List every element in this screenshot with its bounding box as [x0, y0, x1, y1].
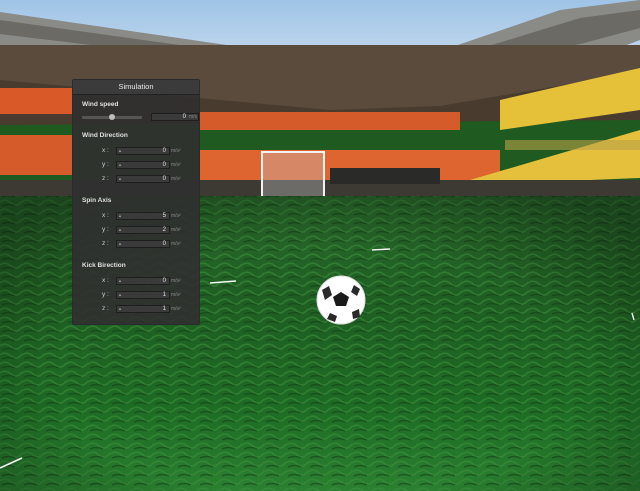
unit-label: m/s² — [171, 148, 181, 154]
field-value: 1 — [162, 306, 166, 312]
unit-label: m/s² — [171, 292, 181, 298]
field-value: 0 — [162, 241, 166, 247]
field-value: 5 — [162, 213, 166, 219]
axis-label: y : — [102, 291, 109, 298]
wind-speed-slider[interactable] — [82, 114, 142, 120]
spinner-icon[interactable]: ▲ — [118, 279, 123, 283]
number-field[interactable]: ▲ 2 — [116, 226, 170, 234]
wind-speed-label: Wind speed — [82, 101, 119, 108]
spinner-icon[interactable]: ▲ — [118, 214, 123, 218]
number-field[interactable]: ▲ 5 — [116, 212, 170, 220]
slider-handle[interactable] — [109, 114, 115, 120]
axis-label: x : — [102, 212, 109, 219]
field-value: 2 — [162, 227, 166, 233]
panel-title: Simulation — [73, 80, 199, 95]
wind-speed-value: 0 — [182, 114, 186, 120]
axis-label: y : — [102, 226, 109, 233]
axis-label: z : — [102, 305, 109, 312]
axis-label: z : — [102, 240, 109, 247]
wind-direction-row-0: x : ▲ 0 m/s² — [73, 147, 201, 156]
number-field[interactable]: ▲ 1 — [116, 305, 170, 313]
spin-axis-label: Spin Axis — [82, 197, 112, 204]
wind-speed-row: 0 m/s — [73, 113, 201, 122]
spinner-icon[interactable]: ▲ — [118, 177, 123, 181]
wind-direction-row-2: z : ▲ 0 m/s² — [73, 175, 201, 184]
unit-label: m/s² — [171, 176, 181, 182]
field-value: 0 — [162, 176, 166, 182]
number-field[interactable]: ▲ 0 — [116, 277, 170, 285]
unit-label: m/s² — [171, 278, 181, 284]
spinner-icon[interactable]: ▲ — [118, 163, 123, 167]
unit-label: m/s² — [171, 306, 181, 312]
simulation-panel: Simulation Wind speed 0 m/s Wind Directi… — [72, 79, 200, 325]
number-field[interactable]: ▲ 0 — [116, 175, 170, 183]
unit-label: m/s² — [171, 241, 181, 247]
spin-axis-row-0: x : ▲ 5 m/s² — [73, 212, 201, 221]
axis-label: z : — [102, 175, 109, 182]
wind-speed-unit: m/s — [188, 114, 197, 120]
unit-label: m/s² — [171, 162, 181, 168]
kick-direction-label: Kick Birection — [82, 262, 126, 269]
field-value: 1 — [162, 292, 166, 298]
seats-orange — [0, 88, 72, 114]
unit-label: m/s² — [171, 227, 181, 233]
field-value: 0 — [162, 162, 166, 168]
spinner-icon[interactable]: ▲ — [118, 293, 123, 297]
goal-net — [261, 151, 325, 201]
unit-label: m/s² — [171, 213, 181, 219]
spin-axis-row-2: z : ▲ 0 m/s² — [73, 240, 201, 249]
wind-direction-label: Wind Direction — [82, 132, 128, 139]
soccer-ball — [316, 275, 366, 325]
spinner-icon[interactable]: ▲ — [118, 149, 123, 153]
kick-direction-row-2: z : ▲ 1 m/s² — [73, 305, 201, 314]
spin-axis-row-1: y : ▲ 2 m/s² — [73, 226, 201, 235]
spinner-icon[interactable]: ▲ — [118, 228, 123, 232]
kick-direction-row-1: y : ▲ 1 m/s² — [73, 291, 201, 300]
field-value: 0 — [162, 148, 166, 154]
wind-speed-field[interactable]: 0 m/s — [151, 113, 199, 121]
number-field[interactable]: ▲ 0 — [116, 240, 170, 248]
spinner-icon[interactable]: ▲ — [118, 307, 123, 311]
axis-label: x : — [102, 277, 109, 284]
spinner-icon[interactable]: ▲ — [118, 242, 123, 246]
axis-label: x : — [102, 147, 109, 154]
number-field[interactable]: ▲ 0 — [116, 147, 170, 155]
wind-direction-row-1: y : ▲ 0 m/s² — [73, 161, 201, 170]
number-field[interactable]: ▲ 1 — [116, 291, 170, 299]
number-field[interactable]: ▲ 0 — [116, 161, 170, 169]
kick-direction-row-0: x : ▲ 0 m/s² — [73, 277, 201, 286]
axis-label: y : — [102, 161, 109, 168]
field-value: 0 — [162, 278, 166, 284]
